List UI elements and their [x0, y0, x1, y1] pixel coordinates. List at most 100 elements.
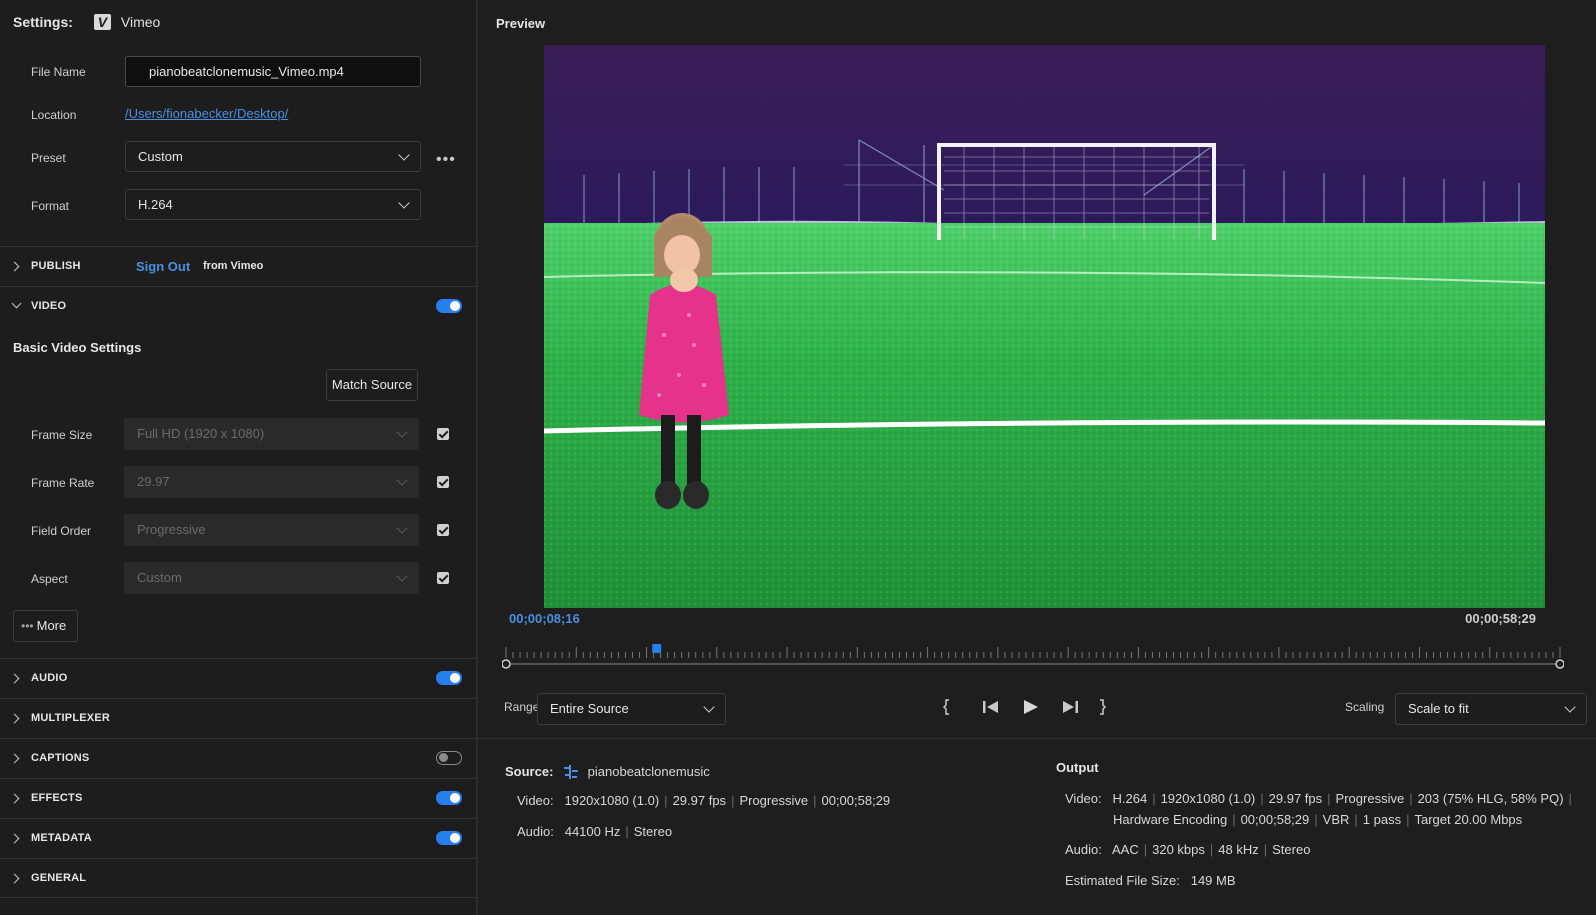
chevron-right-icon [9, 753, 20, 764]
publish-from-text: from Vimeo [203, 260, 264, 272]
mark-in-icon[interactable] [942, 699, 949, 715]
frame-rate-value: 29.97 [137, 474, 170, 489]
effects-toggle[interactable] [436, 791, 462, 805]
frame-size-dropdown[interactable]: Full HD (1920 x 1080) [124, 418, 419, 450]
section-title: CAPTIONS [31, 752, 90, 764]
timeline-scrubber[interactable] [502, 644, 1564, 672]
preset-value: Custom [138, 149, 183, 164]
playhead[interactable] [652, 644, 662, 653]
scaling-label: Scaling [1345, 700, 1385, 714]
more-icon[interactable]: ••• [436, 151, 456, 169]
play-icon[interactable] [1024, 700, 1038, 714]
output-codec: H.264 [1112, 791, 1148, 806]
duration-timecode: 00;00;58;29 [1465, 611, 1536, 626]
output-resolution: 1920x1080 (1.0) [1160, 791, 1256, 806]
step-forward-icon[interactable] [1063, 701, 1078, 713]
basic-video-settings-heading: Basic Video Settings [13, 340, 142, 355]
section-effects[interactable]: EFFECTS [0, 778, 476, 818]
preset-dropdown[interactable]: Custom [125, 141, 421, 172]
section-general[interactable]: GENERAL [0, 858, 476, 898]
source-audio-rate: 44100 Hz [564, 824, 621, 839]
output-bitrate-mode: VBR [1322, 812, 1350, 827]
step-back-icon[interactable] [983, 701, 998, 713]
chevron-right-icon [9, 873, 20, 884]
in-point-handle[interactable] [502, 659, 511, 669]
current-timecode[interactable]: 00;00;08;16 [509, 611, 580, 626]
sequence-icon [564, 764, 579, 779]
output-audio-bitrate: 320 kbps [1152, 842, 1205, 857]
section-audio[interactable]: AUDIO [0, 658, 476, 698]
video-toggle[interactable] [436, 299, 462, 313]
source-video-info: Video: 1920x1080 (1.0) | 29.97 fps | Progres… [517, 793, 891, 808]
source-audio-channels: Stereo [633, 824, 673, 839]
output-audio-rate: 48 kHz [1218, 842, 1259, 857]
vimeo-icon: V [93, 14, 111, 30]
export-settings-panel: Settings: V Vimeo File Name pianobeatclo… [0, 0, 478, 915]
section-metadata[interactable]: METADATA [0, 818, 476, 858]
format-value: H.264 [138, 197, 173, 212]
range-dropdown[interactable]: Entire Source [537, 693, 726, 725]
source-video-duration: 00;00;58;29 [821, 793, 891, 808]
section-title: EFFECTS [31, 792, 83, 804]
frame-size-checkbox[interactable] [437, 428, 449, 440]
source-video-field-order: Progressive [739, 793, 809, 808]
field-order-checkbox[interactable] [437, 524, 449, 536]
aspect-dropdown[interactable]: Custom [124, 562, 419, 594]
output-audio-channels: Stereo [1272, 842, 1311, 857]
source-video-label: Video: [517, 793, 554, 808]
output-field-order: Progressive [1335, 791, 1405, 806]
field-order-dropdown[interactable]: Progressive [124, 514, 419, 546]
sign-out-link[interactable]: Sign Out [136, 259, 190, 274]
file-name-label: File Name [31, 65, 86, 79]
source-name: pianobeatclonemusic [587, 764, 710, 779]
section-title: PUBLISH [31, 260, 81, 272]
section-title: AUDIO [31, 672, 68, 684]
section-publish[interactable]: PUBLISH Sign Out from Vimeo [0, 246, 476, 286]
section-title: GENERAL [31, 872, 87, 884]
output-duration: 00;00;58;29 [1240, 812, 1310, 827]
section-captions[interactable]: CAPTIONS [0, 738, 476, 778]
chevron-down-icon [1564, 701, 1576, 713]
mark-out-icon[interactable] [1100, 699, 1107, 715]
section-video[interactable]: VIDEO [0, 286, 476, 326]
audio-toggle[interactable] [436, 671, 462, 685]
metadata-toggle[interactable] [436, 831, 462, 845]
captions-toggle[interactable] [436, 751, 462, 765]
range-label: Range [504, 700, 540, 714]
chevron-down-icon [396, 570, 408, 582]
more-label: More [36, 618, 67, 633]
frame-size-label: Frame Size [31, 428, 93, 442]
aspect-checkbox[interactable] [437, 572, 449, 584]
section-title: MULTIPLEXER [31, 712, 110, 724]
format-label: Format [31, 199, 70, 213]
source-label: Source: [505, 764, 554, 779]
more-button[interactable]: ••• More [13, 610, 78, 642]
output-label: Output [1056, 760, 1099, 775]
frame-rate-dropdown[interactable]: 29.97 [124, 466, 419, 498]
file-size-label: Estimated File Size: [1065, 873, 1180, 888]
format-dropdown[interactable]: H.264 [125, 189, 421, 220]
file-name-input[interactable]: pianobeatclonemusic_Vimeo.mp4 [125, 56, 421, 87]
location-link[interactable]: /Users/fionabecker/Desktop/ [125, 106, 288, 121]
location-label: Location [31, 108, 77, 122]
output-encoding: Hardware Encoding [1113, 812, 1228, 827]
output-audio-label: Audio: [1065, 842, 1102, 857]
output-target-bitrate: Target 20.00 Mbps [1414, 812, 1523, 827]
frame-rate-checkbox[interactable] [437, 476, 449, 488]
match-source-button[interactable]: Match Source [326, 369, 418, 401]
output-fps: 29.97 fps [1268, 791, 1323, 806]
section-multiplexer[interactable]: MULTIPLEXER [0, 698, 476, 738]
destination-name: Vimeo [120, 14, 161, 30]
source-video-fps: 29.97 fps [672, 793, 727, 808]
chevron-down-icon [396, 426, 408, 438]
video-frame-image [544, 45, 1545, 608]
section-title: VIDEO [31, 300, 67, 312]
transport-controls [942, 699, 1107, 715]
source-audio-info: Audio: 44100 Hz | Stereo [517, 824, 673, 839]
chevron-down-icon [396, 522, 408, 534]
out-point-handle[interactable] [1555, 659, 1564, 669]
scaling-dropdown[interactable]: Scale to fit [1395, 693, 1587, 725]
field-order-label: Field Order [31, 524, 92, 538]
chevron-down-icon [398, 197, 410, 209]
aspect-label: Aspect [31, 572, 68, 586]
